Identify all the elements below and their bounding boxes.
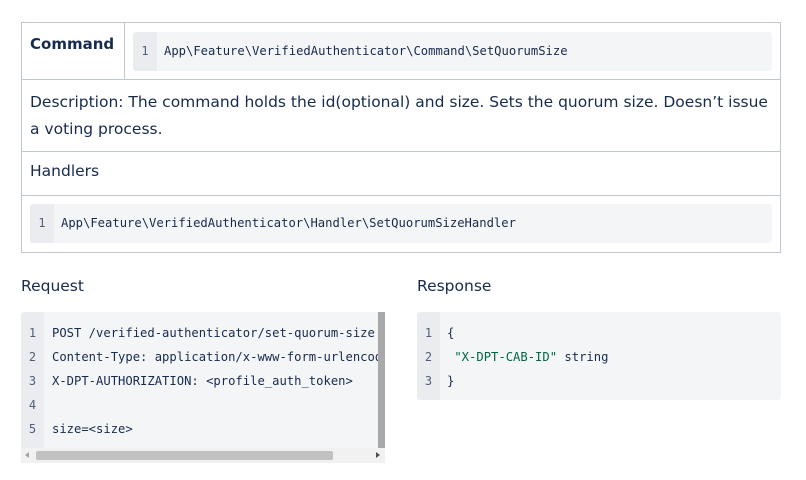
request-code-block[interactable]: 1 2 3 4 5 POST /verified-authenticator/s… (21, 312, 378, 448)
line-number: 2 (424, 350, 433, 364)
command-code-block: 1 App\Feature\VerifiedAuthenticator\Comm… (133, 32, 772, 71)
response-title: Response (417, 277, 492, 295)
code-line[interactable]: X-DPT-AUTHORIZATION: <profile_auth_token… (52, 374, 353, 388)
response-code-block[interactable]: 1 2 3 { "X-DPT-CAB-ID" string } (417, 312, 781, 400)
command-table: Command 1 App\Feature\VerifiedAuthentica… (21, 22, 781, 253)
code-line[interactable]: App\Feature\VerifiedAuthenticator\Comman… (164, 44, 568, 58)
line-number-gutter: 1 (133, 32, 157, 71)
line-number: 2 (28, 350, 37, 364)
line-number: 4 (28, 398, 37, 412)
code-block-edge (378, 312, 385, 448)
line-number: 1 (38, 216, 46, 230)
line-number: 3 (28, 374, 37, 388)
code-line[interactable]: size=<size> (52, 422, 133, 436)
request-title: Request (21, 277, 84, 295)
line-number-gutter: 1 (30, 204, 54, 243)
code-line[interactable]: { (447, 326, 454, 340)
description-text: Description: The command holds the id(op… (30, 93, 768, 138)
code-line[interactable]: POST /verified-authenticator/set-quorum-… (52, 326, 378, 340)
description-row: Description: The command holds the id(op… (22, 80, 780, 152)
command-row: Command 1 App\Feature\VerifiedAuthentica… (22, 23, 780, 80)
code-line[interactable]: "X-DPT-CAB-ID" string (447, 350, 608, 364)
horizontal-scrollbar[interactable] (21, 448, 385, 463)
line-number-gutter: 1 2 3 (417, 312, 440, 400)
scroll-right-arrow-icon[interactable] (376, 452, 380, 458)
line-number-gutter: 1 2 3 4 5 (21, 312, 44, 448)
json-type: string (564, 350, 609, 364)
code-line[interactable]: Content-Type: application/x-www-form-url… (52, 350, 378, 364)
scrollbar-thumb[interactable] (36, 451, 333, 460)
handlers-row: Handlers (22, 152, 780, 196)
line-number: 1 (424, 326, 433, 340)
command-header: Command (22, 23, 125, 79)
line-number: 3 (424, 374, 433, 388)
scroll-left-arrow-icon[interactable] (25, 452, 29, 458)
handlers-label: Handlers (30, 162, 100, 180)
line-number: 1 (28, 326, 37, 340)
json-key: "X-DPT-CAB-ID" (454, 350, 558, 364)
handler-code-block: 1 App\Feature\VerifiedAuthenticator\Hand… (30, 204, 772, 243)
code-line[interactable]: } (447, 374, 454, 388)
handler-row: 1 App\Feature\VerifiedAuthenticator\Hand… (22, 196, 780, 252)
line-number: 1 (141, 44, 149, 58)
code-line[interactable]: App\Feature\VerifiedAuthenticator\Handle… (61, 216, 516, 230)
line-number: 5 (28, 422, 37, 436)
